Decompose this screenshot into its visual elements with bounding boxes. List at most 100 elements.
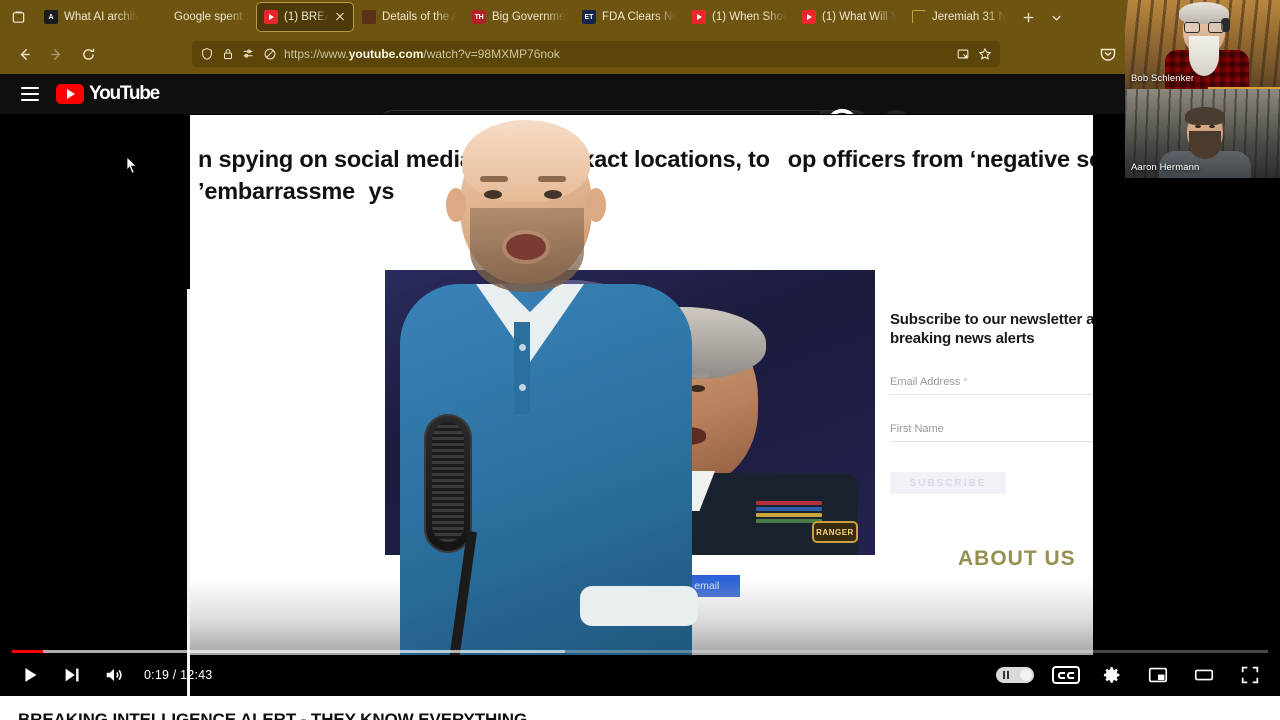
- tab-strip: A What AI architect Google spent $26 (1)…: [0, 0, 1280, 34]
- autoplay-toggle[interactable]: [996, 667, 1034, 683]
- close-icon[interactable]: [334, 11, 346, 23]
- presenter-button-1: [519, 344, 526, 351]
- presenter-mouth: [506, 234, 546, 260]
- youtube-masthead: YouTube: [0, 74, 1280, 114]
- video-info-section: BREAKING INTELLIGENCE ALERT - THEY KNOW …: [0, 696, 1280, 720]
- theater-mode-icon[interactable]: [1184, 655, 1224, 695]
- about-us-heading: ABOUT US: [958, 547, 1076, 570]
- tab-what-will-you[interactable]: (1) What Will You: [794, 2, 904, 32]
- presenter-eye-left: [484, 190, 502, 199]
- microphone-grille: [432, 422, 464, 542]
- url-text: https://www.youtube.com/watch?v=98MXMP76…: [284, 47, 560, 61]
- newsletter-signup: Subscribe to our newsletter a breaking n…: [890, 310, 1093, 494]
- tab-fda-clears-new[interactable]: ET FDA Clears New C: [574, 2, 684, 32]
- newsletter-title: Subscribe to our newsletter a breaking n…: [890, 311, 1093, 347]
- microsoft-icon: [154, 10, 168, 24]
- presenter-placket: [514, 322, 530, 414]
- player-right-letterbox: [1093, 228, 1280, 696]
- pocket-icon[interactable]: [1098, 44, 1118, 64]
- tab-details-of-the-am[interactable]: Details of the Am: [354, 2, 464, 32]
- fullscreen-icon[interactable]: [1230, 655, 1270, 695]
- tab-big-government[interactable]: TH Big Government: [464, 2, 574, 32]
- new-tab-button[interactable]: [1014, 3, 1042, 31]
- presenter-sleeve: [580, 586, 698, 626]
- next-video-icon[interactable]: [52, 655, 92, 695]
- browser-chrome: A What AI architect Google spent $26 (1)…: [0, 0, 1280, 74]
- portrait-icon: [362, 10, 376, 24]
- url-domain: youtube.com: [348, 47, 424, 61]
- hamburger-menu-icon[interactable]: [16, 80, 44, 108]
- tab-breaking-active[interactable]: (1) BREAKING: [256, 2, 354, 32]
- aaron-beard: [1189, 131, 1221, 159]
- back-button[interactable]: [8, 39, 40, 69]
- youtube-icon: [802, 10, 816, 24]
- player-controls: 0:19 / 12:43: [0, 654, 1280, 696]
- shield-icon[interactable]: [200, 47, 214, 61]
- tab-when-should[interactable]: (1) When Should: [684, 2, 794, 32]
- permissions-icon[interactable]: [242, 47, 256, 61]
- play-icon[interactable]: [10, 655, 50, 695]
- tab-label: (1) BREAKING: [284, 11, 328, 23]
- presenter-eye-right: [544, 190, 562, 199]
- aaron-hair: [1185, 107, 1225, 125]
- mouse-cursor: [126, 156, 138, 175]
- player-controls-left: 0:19 / 12:43: [0, 655, 212, 695]
- townhall-icon: TH: [472, 10, 486, 24]
- presenter-brow-left: [480, 176, 508, 182]
- tab-label: FDA Clears New C: [602, 11, 676, 23]
- miniplayer-icon[interactable]: [1138, 655, 1178, 695]
- captions-button[interactable]: [1046, 655, 1086, 695]
- lock-icon[interactable]: [221, 47, 235, 61]
- no-tracking-icon[interactable]: [263, 47, 277, 61]
- email-label-text: Email Address: [890, 376, 961, 388]
- webcam-aaron-hermann[interactable]: Aaron Hermann: [1125, 89, 1280, 178]
- newsletter-firstname-label[interactable]: First Name: [890, 423, 1093, 442]
- tab-google-spent[interactable]: Google spent $26: [146, 2, 256, 32]
- bookmark-star-icon[interactable]: [978, 47, 992, 61]
- tab-list-icon[interactable]: [0, 2, 36, 32]
- list-all-tabs-button[interactable]: [1042, 3, 1070, 31]
- tab-what-ai-architect[interactable]: A What AI architect: [36, 2, 146, 32]
- tab-label: What AI architect: [64, 11, 138, 23]
- youtube-logo[interactable]: YouTube: [56, 83, 160, 105]
- bob-glasses: [1184, 22, 1224, 33]
- player-controls-right: [996, 655, 1270, 695]
- aaron-eye-left: [1195, 125, 1201, 128]
- volume-icon[interactable]: [94, 655, 134, 695]
- presenter-ear-left: [446, 188, 466, 222]
- anthropic-icon: A: [44, 10, 58, 24]
- progress-bar[interactable]: [12, 650, 1268, 653]
- tab-label: Jeremiah 31 NASB: [932, 11, 1006, 23]
- page-title: BREAKING INTELLIGENCE ALERT - THEY KNOW …: [18, 710, 528, 720]
- video-player[interactable]: n spying on social media, getting exact …: [0, 114, 1280, 696]
- video-frame: n spying on social media, getting exact …: [190, 115, 1093, 655]
- aaron-eye-right: [1209, 125, 1215, 128]
- masthead-left: YouTube: [0, 80, 160, 108]
- webcam-name-label: Bob Schlenker: [1131, 73, 1195, 84]
- screen: A What AI architect Google spent $26 (1)…: [0, 0, 1280, 720]
- youtube-page: YouTube n spying on social me: [0, 74, 1280, 720]
- newsletter-email-label[interactable]: Email Address *: [890, 376, 1093, 395]
- youtube-wordmark: YouTube: [89, 83, 160, 104]
- gear-icon[interactable]: [1092, 655, 1132, 695]
- tab-label: Big Government: [492, 11, 566, 23]
- youtube-play-icon: [56, 84, 84, 104]
- tab-jeremiah-31-nasb[interactable]: Jeremiah 31 NASB: [904, 2, 1014, 32]
- newsletter-subscribe-button[interactable]: SUBSCRIBE: [890, 472, 1006, 494]
- presenter-overlay: [398, 116, 698, 655]
- address-bar-actions: [956, 41, 1000, 67]
- cc-icon: [1052, 666, 1080, 684]
- webcam-bob-schlenker[interactable]: Bob Schlenker: [1125, 0, 1280, 89]
- reader-view-icon[interactable]: [956, 47, 970, 61]
- forward-button[interactable]: [40, 39, 72, 69]
- url-prefix: https://www.: [284, 47, 349, 61]
- presenter-scalp: [462, 120, 590, 202]
- progress-buffered: [12, 650, 565, 653]
- tab-label: Details of the Am: [382, 11, 456, 23]
- et-icon: ET: [582, 10, 596, 24]
- autoplay-pause-glyph: [1003, 671, 1011, 679]
- address-bar[interactable]: https://www.youtube.com/watch?v=98MXMP76…: [192, 41, 1000, 67]
- reload-button[interactable]: [72, 39, 104, 69]
- webcam-overlay-stack: Bob Schlenker Aaron Hermann: [1125, 0, 1280, 178]
- presenter-button-2: [519, 384, 526, 391]
